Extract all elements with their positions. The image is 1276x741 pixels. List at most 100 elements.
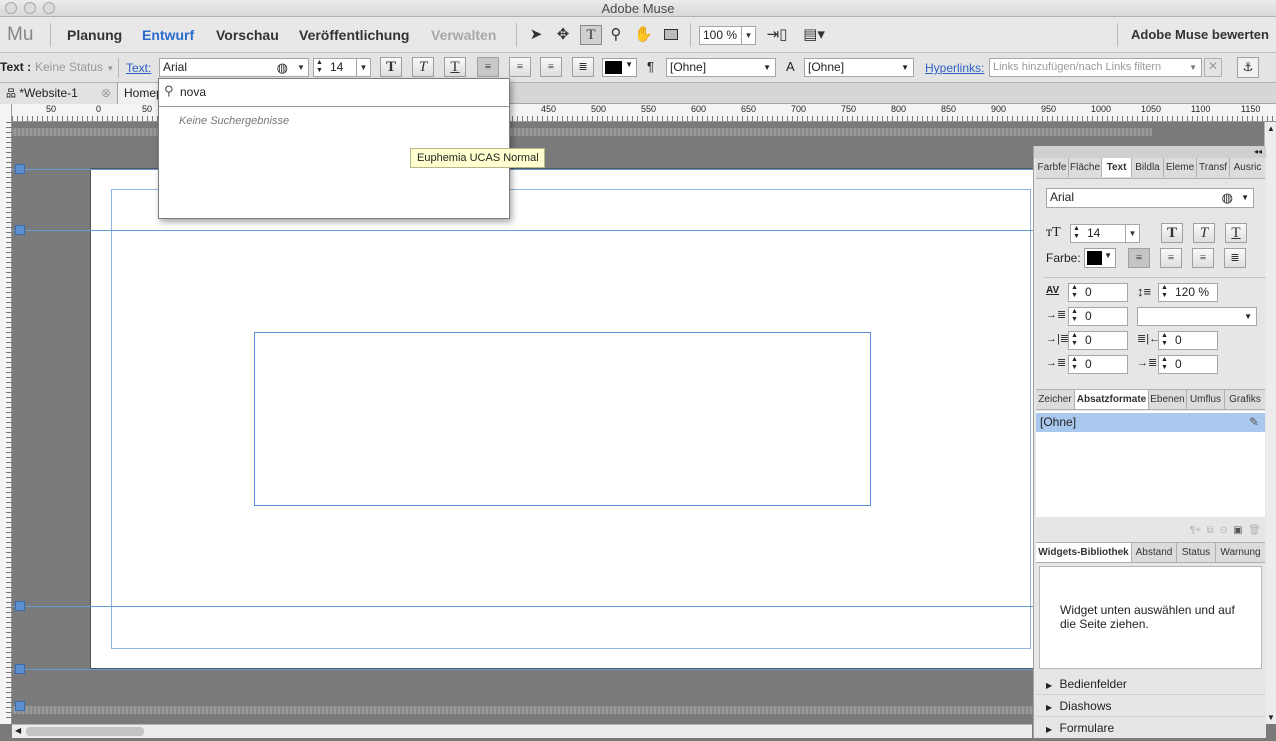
hyperlinks-input[interactable]: Links hinzufügen/nach Links filtern ▼ bbox=[989, 58, 1202, 77]
selection-tool-icon[interactable]: ➤ bbox=[527, 26, 545, 44]
tab-entwurf[interactable]: Entwurf bbox=[142, 17, 194, 53]
right-indent-stepper[interactable]: ▲ ▼ 0 bbox=[1158, 331, 1218, 350]
tab-absatzformate[interactable]: Absatzformate bbox=[1075, 390, 1149, 409]
tab-status[interactable]: Status bbox=[1177, 543, 1216, 562]
panel-align-center-button[interactable]: ≡ bbox=[1160, 248, 1182, 268]
italic-button[interactable]: T bbox=[412, 57, 434, 77]
text-color-picker[interactable]: ▼ bbox=[602, 58, 637, 77]
panel-align-left-button[interactable]: ≡ bbox=[1128, 248, 1150, 268]
chevron-down-icon[interactable]: ▼ bbox=[1125, 225, 1139, 242]
tab-planung[interactable]: Planung bbox=[67, 17, 122, 53]
scroll-up-icon[interactable]: ▲ bbox=[1267, 124, 1275, 133]
clear-link-button[interactable]: ✕ bbox=[1204, 58, 1222, 77]
chevron-down-icon[interactable]: ▼ bbox=[741, 27, 755, 44]
tab-abstand[interactable]: Abstand bbox=[1132, 543, 1177, 562]
page-style-icon[interactable]: ▣ bbox=[1233, 525, 1242, 536]
tab-veroeffentlichung[interactable]: Veröffentlichung bbox=[299, 17, 409, 53]
tab-grafikstile[interactable]: Grafiks bbox=[1225, 390, 1265, 409]
chevron-down-icon[interactable]: ▼ bbox=[1241, 189, 1249, 206]
guide-handle[interactable] bbox=[15, 225, 25, 235]
scroll-thumb[interactable] bbox=[26, 727, 144, 736]
font-size-stepper[interactable]: ▲ ▼ 14 ▼ bbox=[313, 58, 371, 77]
tab-ausrichten[interactable]: Ausric bbox=[1230, 158, 1265, 177]
tab-umfluss[interactable]: Umflus bbox=[1187, 390, 1225, 409]
hyperlinks-link[interactable]: Hyperlinks: bbox=[925, 61, 984, 75]
align-right-button[interactable]: ≡ bbox=[540, 57, 562, 77]
stepper-arrows-icon[interactable]: ▲ ▼ bbox=[1161, 284, 1168, 300]
character-style-dropdown[interactable]: [Ohne] ▼ bbox=[804, 58, 914, 77]
font-search-field[interactable]: ⚲ nova bbox=[159, 79, 509, 107]
zoom-tool-icon[interactable]: ⚲ bbox=[607, 26, 625, 44]
place-file-icon[interactable]: ⇥▯ bbox=[765, 26, 789, 44]
stepper-arrows-icon[interactable]: ▲ ▼ bbox=[1071, 356, 1078, 372]
tab-text[interactable]: Text bbox=[1102, 158, 1132, 177]
clear-overrides-icon[interactable]: ✎ bbox=[1249, 413, 1259, 432]
stepper-arrows-icon[interactable]: ▲ ▼ bbox=[1161, 332, 1168, 348]
panel-font-field[interactable]: Arial ◍ ▼ bbox=[1046, 188, 1254, 208]
hand-tool-icon[interactable]: ✋ bbox=[634, 26, 653, 44]
panel-justify-button[interactable]: ≣ bbox=[1224, 248, 1246, 268]
stepper-arrows-icon[interactable]: ▲ ▼ bbox=[1071, 332, 1078, 348]
close-tab-icon[interactable]: ⊗ bbox=[101, 83, 111, 104]
space-before-stepper[interactable]: ▲ ▼ 0 bbox=[1068, 355, 1128, 374]
new-style-icon[interactable]: ¶+ bbox=[1190, 525, 1201, 536]
scroll-down-icon[interactable]: ▼ bbox=[1267, 713, 1275, 722]
left-indent-stepper[interactable]: ▲ ▼ 0 bbox=[1068, 331, 1128, 350]
tab-homepage[interactable]: Homep bbox=[118, 83, 163, 104]
indent-stepper[interactable]: ▲ ▼ 0 bbox=[1068, 307, 1128, 326]
space-after-stepper[interactable]: ▲ ▼ 0 bbox=[1158, 355, 1218, 374]
tab-website[interactable]: 品 *Website-1 ⊗ bbox=[0, 83, 118, 104]
tab-vorschau[interactable]: Vorschau bbox=[216, 17, 279, 53]
panel-align-right-button[interactable]: ≡ bbox=[1192, 248, 1214, 268]
anchor-icon[interactable]: ⚓ bbox=[1237, 57, 1259, 78]
panel-size-stepper[interactable]: ▲ ▼ 14 ▼ bbox=[1070, 224, 1140, 243]
minimize-window-button[interactable] bbox=[24, 2, 36, 14]
stepper-arrows-icon[interactable]: ▲ ▼ bbox=[1073, 225, 1080, 241]
text-panel-link[interactable]: Text: bbox=[126, 61, 151, 75]
tab-bildlauf[interactable]: Bildla bbox=[1132, 158, 1164, 177]
paragraph-style-dropdown[interactable]: [Ohne] ▼ bbox=[666, 58, 776, 77]
stepper-arrows-icon[interactable]: ▲ ▼ bbox=[1071, 308, 1078, 324]
tab-verwalten[interactable]: Verwalten bbox=[431, 17, 496, 53]
stepper-arrows-icon[interactable]: ▲ ▼ bbox=[316, 59, 323, 75]
guide-handle[interactable] bbox=[15, 701, 25, 711]
tab-zeichenformate[interactable]: Zeicher bbox=[1036, 390, 1075, 409]
panel-underline-button[interactable]: T bbox=[1225, 223, 1247, 243]
chevron-down-icon[interactable]: ▼ bbox=[356, 59, 370, 76]
bullet-style-dropdown[interactable]: ▼ bbox=[1137, 307, 1257, 326]
guide-handle[interactable] bbox=[15, 164, 25, 174]
stepper-arrows-icon[interactable]: ▲ ▼ bbox=[1071, 284, 1078, 300]
rate-muse-link[interactable]: Adobe Muse bewerten bbox=[1131, 17, 1269, 53]
tab-flaeche[interactable]: Fläche bbox=[1069, 158, 1102, 177]
tab-transformieren[interactable]: Transf bbox=[1197, 158, 1230, 177]
style-list-item[interactable]: [Ohne] ✎ bbox=[1036, 413, 1265, 432]
section-bedienfelder[interactable]: ▶ Bedienfelder bbox=[1036, 673, 1265, 695]
tab-warnungen[interactable]: Warnung bbox=[1216, 543, 1265, 562]
font-family-field[interactable]: Arial ◍ ▼ bbox=[159, 58, 309, 77]
chevron-down-icon[interactable]: ▼ bbox=[294, 59, 308, 76]
scroll-left-icon[interactable]: ◀ bbox=[15, 726, 21, 735]
delete-style-icon[interactable]: 🗑 bbox=[1248, 525, 1261, 536]
preview-options-icon[interactable]: ▤▾ bbox=[798, 26, 830, 44]
panel-color-picker[interactable]: ▼ bbox=[1084, 248, 1116, 268]
tab-widgets-bibliothek[interactable]: Widgets-Bibliothek bbox=[1036, 543, 1132, 562]
tab-elemente[interactable]: Eleme bbox=[1164, 158, 1197, 177]
panel-bold-button[interactable]: T bbox=[1161, 223, 1183, 243]
tracking-stepper[interactable]: ▲ ▼ 0 bbox=[1068, 283, 1128, 302]
bold-button[interactable]: T bbox=[380, 57, 402, 77]
text-tool-icon[interactable]: T bbox=[580, 25, 602, 45]
tab-farbfelder[interactable]: Farbfe bbox=[1036, 158, 1069, 177]
align-left-button[interactable]: ≡ bbox=[477, 57, 499, 77]
section-diashows[interactable]: ▶ Diashows bbox=[1036, 695, 1265, 717]
text-frame[interactable] bbox=[254, 332, 871, 506]
status-dropdown[interactable]: Keine Status ▼ bbox=[35, 60, 114, 74]
underline-button[interactable]: T bbox=[444, 57, 466, 77]
panel-italic-button[interactable]: T bbox=[1193, 223, 1215, 243]
crop-tool-icon[interactable]: ✥ bbox=[554, 26, 572, 44]
section-formulare[interactable]: ▶ Formulare bbox=[1036, 717, 1265, 738]
guide-handle[interactable] bbox=[15, 601, 25, 611]
horizontal-scrollbar[interactable]: ◀ bbox=[12, 724, 1032, 738]
guide-handle[interactable] bbox=[15, 664, 25, 674]
close-window-button[interactable] bbox=[5, 2, 17, 14]
justify-button[interactable]: ≣ bbox=[572, 57, 594, 77]
